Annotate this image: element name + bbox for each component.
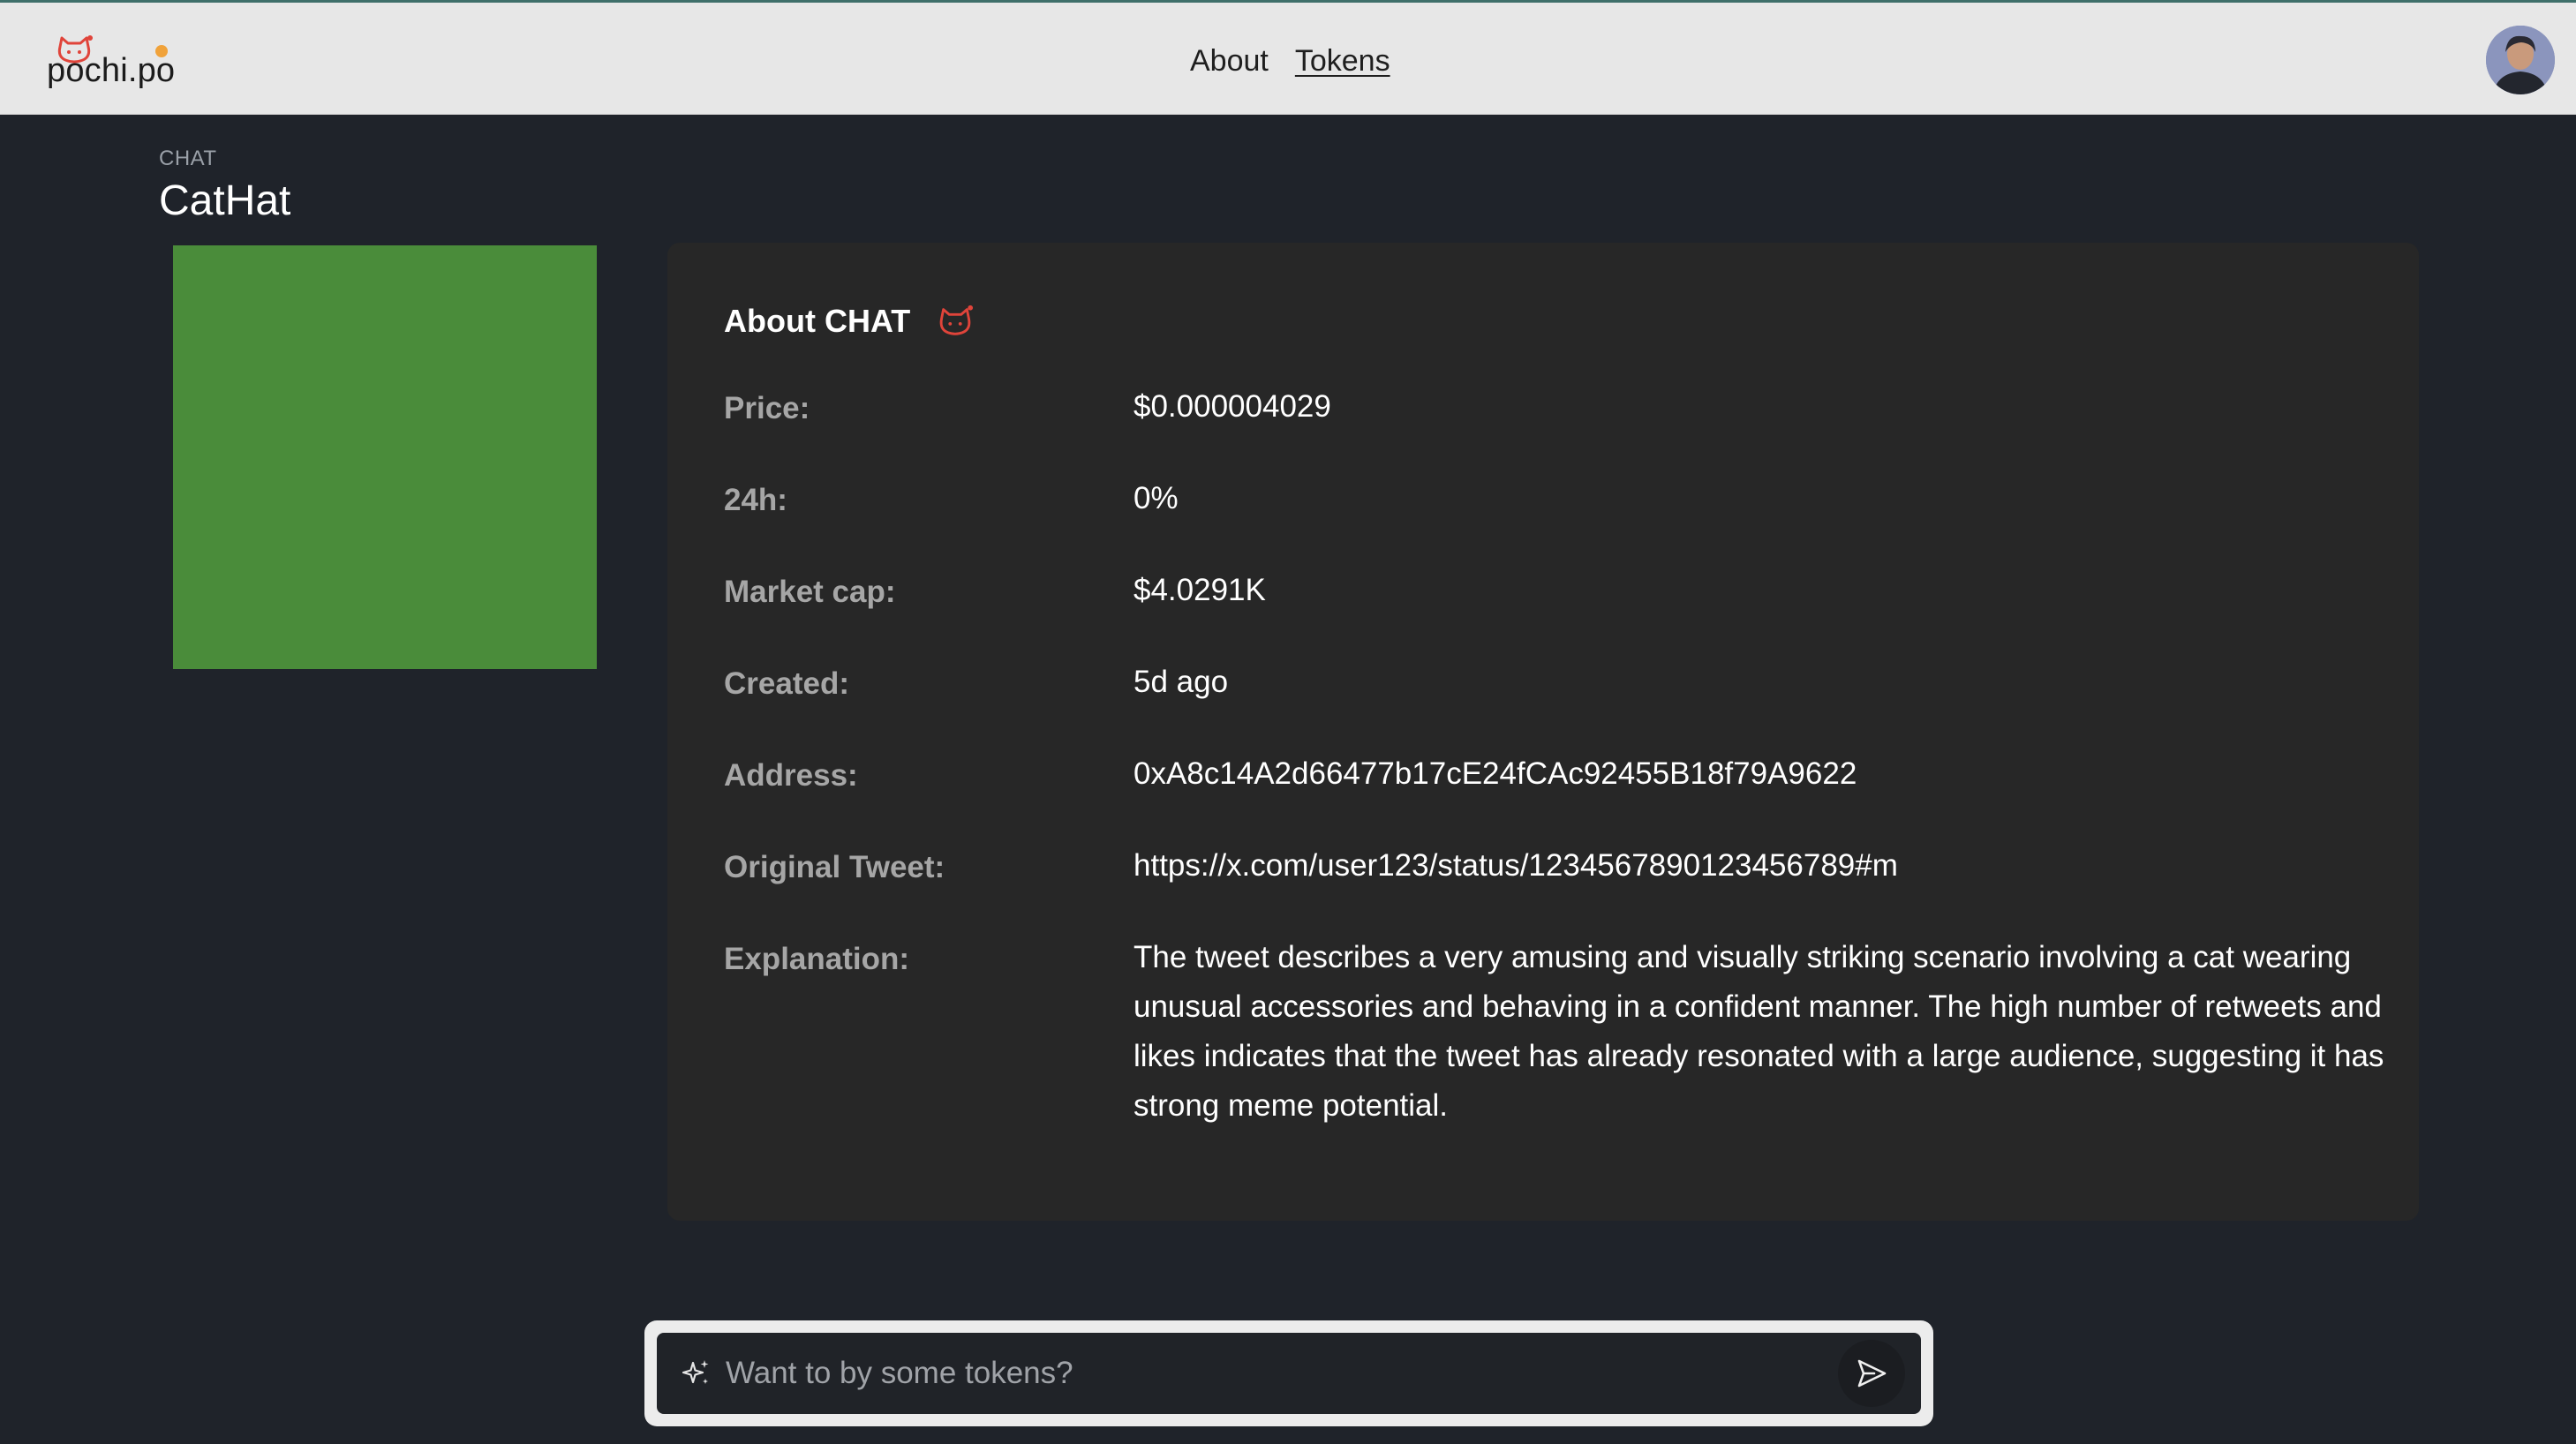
top-navbar: pochi.po About Tokens — [0, 0, 2576, 115]
token-info-card: About CHAT Price: $0.000004029 24h: 0% M… — [667, 243, 2419, 1221]
send-button[interactable] — [1838, 1340, 1905, 1407]
token-symbol: CHAT — [159, 147, 217, 170]
user-avatar[interactable] — [2486, 26, 2555, 94]
row-value[interactable]: 0xA8c14A2d66477b17cE24fCAc92455B18f79A96… — [1134, 749, 2387, 799]
send-icon — [1857, 1359, 1887, 1388]
cat-icon — [939, 305, 974, 335]
logo-dot — [155, 45, 168, 57]
row-value: The tweet describes a very amusing and v… — [1134, 940, 2384, 1123]
nav-link-about[interactable]: About — [1190, 44, 1269, 79]
chat-input-bar — [644, 1320, 1933, 1426]
row-value: 5d ago — [1134, 665, 1229, 699]
card-title: About CHAT — [724, 303, 911, 339]
row-value: $0.000004029 — [1134, 389, 1331, 424]
row-label: Created: — [724, 666, 849, 701]
row-value: 0% — [1134, 481, 1179, 515]
nav-link-tokens[interactable]: Tokens — [1295, 44, 1390, 79]
page-title: CatHat — [159, 177, 291, 224]
chat-input[interactable] — [724, 1345, 1819, 1402]
main-nav: About Tokens — [1190, 40, 1390, 82]
logo-text: pochi.po — [47, 52, 176, 89]
row-label: Market cap: — [724, 575, 896, 609]
row-label: Original Tweet: — [724, 850, 945, 884]
card-header: About CHAT — [724, 303, 974, 340]
token-image — [173, 245, 597, 669]
avatar-image — [2486, 26, 2555, 94]
sparkle-icon — [682, 1360, 709, 1384]
brand-logo[interactable]: pochi.po — [46, 27, 187, 98]
row-label: 24h: — [724, 483, 787, 517]
chat-input-container — [657, 1333, 1921, 1414]
tweet-link[interactable]: https://x.com/user123/status/12345678901… — [1134, 841, 2387, 891]
row-label: Explanation: — [724, 942, 910, 976]
row-value: $4.0291K — [1134, 573, 1266, 607]
row-label: Address: — [724, 758, 858, 793]
row-label: Price: — [724, 391, 810, 425]
